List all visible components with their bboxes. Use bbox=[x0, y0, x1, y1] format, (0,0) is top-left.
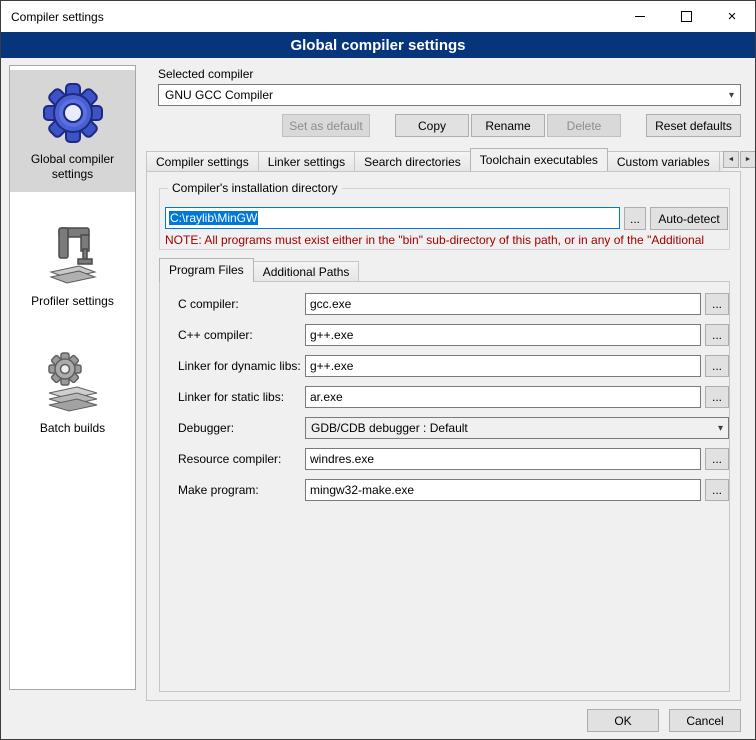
c-compiler-label: C compiler: bbox=[178, 297, 239, 311]
dynamic-linker-label: Linker for dynamic libs: bbox=[178, 359, 301, 373]
close-button[interactable]: × bbox=[709, 1, 755, 32]
compiler-select[interactable]: GNU GCC Compiler ▾ bbox=[158, 84, 741, 106]
toolchain-executables-panel: Compiler's installation directory C:\ray… bbox=[146, 171, 741, 701]
delete-button[interactable]: Delete bbox=[547, 114, 621, 137]
static-linker-input[interactable] bbox=[305, 386, 701, 408]
static-linker-row: Linker for static libs: ... bbox=[160, 386, 729, 408]
tab-scroll-left-button[interactable]: ◄ bbox=[723, 151, 739, 168]
c-compiler-row: C compiler: ... bbox=[160, 293, 729, 315]
c-compiler-browse-button[interactable]: ... bbox=[705, 293, 729, 315]
settings-sidebar: Global compiler settings Profiler settin… bbox=[9, 65, 136, 690]
ok-button[interactable]: OK bbox=[587, 709, 659, 732]
debugger-select[interactable]: GDB/CDB debugger : Default ▾ bbox=[305, 417, 729, 439]
resource-compiler-input[interactable] bbox=[305, 448, 701, 470]
subtab-additional-paths[interactable]: Additional Paths bbox=[253, 261, 360, 281]
dynamic-linker-browse-button[interactable]: ... bbox=[705, 355, 729, 377]
arrow-right-icon: ► bbox=[745, 156, 752, 163]
tab-compiler-settings[interactable]: Compiler settings bbox=[146, 151, 259, 171]
auto-detect-button[interactable]: Auto-detect bbox=[650, 207, 728, 230]
compiler-select-value: GNU GCC Compiler bbox=[165, 88, 273, 102]
tab-toolchain-executables[interactable]: Toolchain executables bbox=[470, 148, 608, 171]
sidebar-item-batch-builds[interactable]: Batch builds bbox=[10, 339, 135, 446]
resource-compiler-row: Resource compiler: ... bbox=[160, 448, 729, 470]
make-program-input[interactable] bbox=[305, 479, 701, 501]
debugger-select-value: GDB/CDB debugger : Default bbox=[311, 421, 468, 435]
installation-directory-label: Compiler's installation directory bbox=[168, 181, 342, 195]
make-program-row: Make program: ... bbox=[160, 479, 729, 501]
program-subtabs: Program Files Additional Paths bbox=[159, 259, 359, 281]
arrow-left-icon: ◄ bbox=[728, 156, 735, 163]
cpp-compiler-input[interactable] bbox=[305, 324, 701, 346]
install-dir-value: C:\raylib\MinGW bbox=[169, 211, 258, 225]
sidebar-item-profiler-settings[interactable]: Profiler settings bbox=[10, 212, 135, 319]
cancel-button[interactable]: Cancel bbox=[669, 709, 741, 732]
resource-compiler-label: Resource compiler: bbox=[178, 452, 281, 466]
static-linker-label: Linker for static libs: bbox=[178, 390, 284, 404]
minimize-button[interactable] bbox=[617, 1, 663, 32]
install-dir-browse-button[interactable]: ... bbox=[624, 207, 646, 230]
minimize-icon bbox=[635, 16, 645, 17]
subtab-program-files[interactable]: Program Files bbox=[159, 258, 254, 282]
tab-search-directories[interactable]: Search directories bbox=[354, 151, 471, 171]
make-program-label: Make program: bbox=[178, 483, 259, 497]
static-linker-browse-button[interactable]: ... bbox=[705, 386, 729, 408]
tab-scroll-right-button[interactable]: ► bbox=[740, 151, 756, 168]
selected-compiler-label: Selected compiler bbox=[158, 67, 253, 81]
blue-gear-icon bbox=[41, 80, 105, 144]
cpp-compiler-browse-button[interactable]: ... bbox=[705, 324, 729, 346]
dynamic-linker-input[interactable] bbox=[305, 355, 701, 377]
tab-strip: Compiler settings Linker settings Search… bbox=[146, 148, 723, 171]
tab-linker-settings[interactable]: Linker settings bbox=[258, 151, 355, 171]
sidebar-item-label: Batch builds bbox=[40, 421, 105, 436]
dynamic-linker-row: Linker for dynamic libs: ... bbox=[160, 355, 729, 377]
compiler-settings-window: Compiler settings × Global compiler sett… bbox=[0, 0, 756, 740]
chevron-down-icon: ▾ bbox=[729, 90, 734, 101]
bin-subdirectory-note: NOTE: All programs must exist either in … bbox=[165, 233, 727, 247]
c-compiler-input[interactable] bbox=[305, 293, 701, 315]
titlebar: Compiler settings × bbox=[1, 1, 755, 32]
cpp-compiler-label: C++ compiler: bbox=[178, 328, 253, 342]
batch-builds-gear-stack-icon bbox=[41, 349, 105, 413]
copy-button[interactable]: Copy bbox=[395, 114, 469, 137]
tab-custom-variables[interactable]: Custom variables bbox=[607, 151, 720, 171]
sidebar-item-label: Global compiler settings bbox=[12, 152, 133, 182]
resource-compiler-browse-button[interactable]: ... bbox=[705, 448, 729, 470]
dialog-header: Global compiler settings bbox=[1, 32, 755, 58]
window-title: Compiler settings bbox=[11, 10, 104, 24]
maximize-icon bbox=[681, 11, 692, 22]
maximize-button[interactable] bbox=[663, 1, 709, 32]
make-program-browse-button[interactable]: ... bbox=[705, 479, 729, 501]
debugger-row: Debugger: GDB/CDB debugger : Default ▾ bbox=[160, 417, 729, 439]
install-dir-input[interactable]: C:\raylib\MinGW bbox=[165, 207, 620, 229]
sidebar-item-label: Profiler settings bbox=[31, 294, 114, 309]
close-icon: × bbox=[728, 9, 737, 24]
rename-button[interactable]: Rename bbox=[471, 114, 545, 137]
sidebar-item-global-compiler-settings[interactable]: Global compiler settings bbox=[10, 70, 135, 192]
reset-defaults-button[interactable]: Reset defaults bbox=[646, 114, 741, 137]
chevron-down-icon: ▾ bbox=[718, 423, 723, 434]
set-as-default-button[interactable]: Set as default bbox=[282, 114, 370, 137]
debugger-label: Debugger: bbox=[178, 421, 234, 435]
cpp-compiler-row: C++ compiler: ... bbox=[160, 324, 729, 346]
program-files-panel: C compiler: ... C++ compiler: ... Linker… bbox=[159, 281, 730, 692]
profiler-clamp-icon bbox=[41, 222, 105, 286]
window-controls: × bbox=[617, 1, 755, 32]
